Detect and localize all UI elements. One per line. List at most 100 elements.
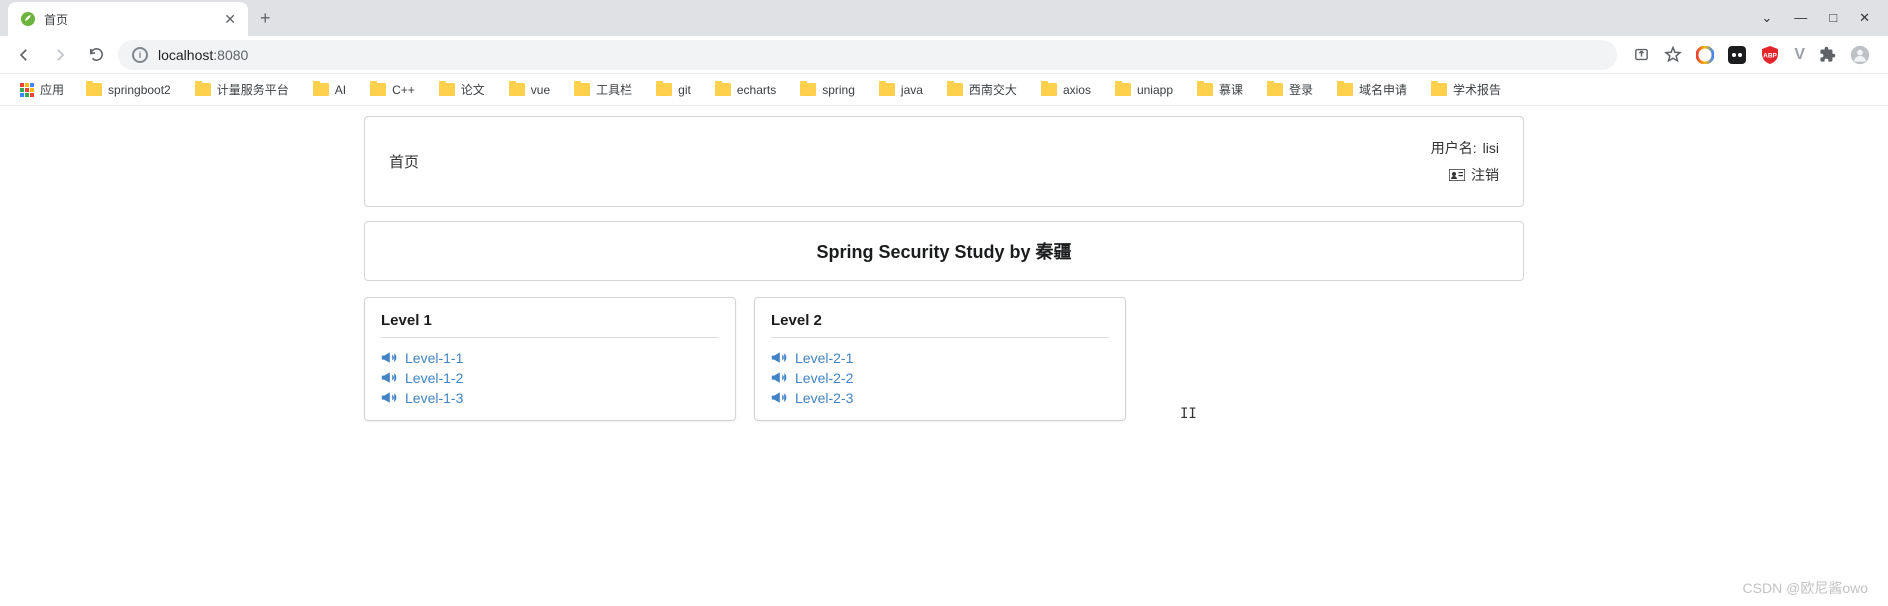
profile-icon[interactable]	[1850, 45, 1870, 65]
bookmark-item[interactable]: 西南交大	[937, 81, 1027, 98]
folder-icon	[195, 83, 211, 96]
bookmark-item[interactable]: 慕课	[1187, 81, 1253, 98]
ext-square-icon[interactable]	[1728, 46, 1746, 64]
reload-button[interactable]	[82, 41, 110, 69]
toolbar-icons: ABP V	[1625, 45, 1878, 65]
bookmark-star-icon[interactable]	[1664, 46, 1682, 64]
ext-v-icon[interactable]: V	[1794, 46, 1805, 64]
close-tab-icon[interactable]: ✕	[224, 11, 236, 28]
folder-icon	[800, 83, 816, 96]
bookmark-label: 计量服务平台	[217, 81, 289, 98]
bookmark-label: git	[678, 83, 691, 97]
site-info-icon[interactable]: i	[132, 47, 148, 63]
bookmark-item[interactable]: springboot2	[76, 81, 181, 98]
tab-title: 首页	[44, 11, 216, 28]
folder-icon	[879, 83, 895, 96]
bookmark-item[interactable]: 论文	[429, 81, 495, 98]
level-link[interactable]: Level-2-1	[771, 348, 1109, 368]
folder-icon	[947, 83, 963, 96]
bookmark-item[interactable]: 学术报告	[1421, 81, 1511, 98]
bullhorn-icon	[381, 371, 397, 385]
id-card-icon	[1449, 169, 1465, 181]
folder-icon	[656, 83, 672, 96]
folder-icon	[1115, 83, 1131, 96]
close-window-icon[interactable]: ✕	[1859, 10, 1870, 26]
bookmark-label: spring	[822, 83, 855, 97]
divider	[771, 337, 1109, 338]
bullhorn-icon	[771, 351, 787, 365]
apps-button[interactable]: 应用	[12, 81, 72, 98]
bookmark-label: AI	[335, 83, 346, 97]
logout-link[interactable]: 注销	[1431, 162, 1499, 189]
bookmark-label: 论文	[461, 81, 485, 98]
browser-tab[interactable]: 首页 ✕	[8, 2, 248, 36]
folder-icon	[1267, 83, 1283, 96]
bookmark-label: springboot2	[108, 83, 171, 97]
caret-down-icon[interactable]: ⌄	[1761, 10, 1772, 26]
ext-circle-icon[interactable]	[1696, 46, 1714, 64]
bookmark-label: 域名申请	[1359, 81, 1407, 98]
bookmark-label: 慕课	[1219, 81, 1243, 98]
level-title: Level 2	[771, 312, 1109, 329]
bookmark-item[interactable]: git	[646, 81, 701, 98]
omnibox[interactable]: i localhost:8080	[118, 40, 1617, 70]
folder-icon	[313, 83, 329, 96]
divider	[381, 337, 719, 338]
url-text: localhost:8080	[158, 47, 248, 63]
bookmark-label: 学术报告	[1453, 81, 1501, 98]
bookmark-item[interactable]: C++	[360, 81, 425, 98]
minimize-icon[interactable]: —	[1794, 10, 1807, 26]
level-link[interactable]: Level-1-3	[381, 388, 719, 408]
header-card: 首页 用户名:lisi 注销	[364, 116, 1524, 207]
address-bar: i localhost:8080 ABP V	[0, 36, 1888, 74]
page-content: 首页 用户名:lisi 注销 Spring Security Study by …	[0, 106, 1888, 451]
bookmark-label: uniapp	[1137, 83, 1173, 97]
level-link[interactable]: Level-2-3	[771, 388, 1109, 408]
folder-icon	[1041, 83, 1057, 96]
share-icon[interactable]	[1633, 46, 1650, 63]
level-card: Level 1 Level-1-1Level-1-2Level-1-3	[364, 297, 736, 421]
bookmark-item[interactable]: 域名申请	[1327, 81, 1417, 98]
watermark: CSDN @欧尼酱owo	[1743, 578, 1868, 598]
folder-icon	[86, 83, 102, 96]
user-panel: 用户名:lisi 注销	[1431, 135, 1499, 188]
bookmark-item[interactable]: AI	[303, 81, 356, 98]
page-title: Spring Security Study by 秦疆	[364, 221, 1524, 281]
bookmark-bar: 应用 springboot2 计量服务平台 AI C++ 论文 vue 工具栏 git echa…	[0, 74, 1888, 106]
levels-grid: Level 1Level-1-1Level-1-2Level-1-3Level …	[364, 297, 1524, 421]
home-link[interactable]: 首页	[389, 151, 419, 172]
level-link[interactable]: Level-1-2	[381, 368, 719, 388]
bookmark-item[interactable]: axios	[1031, 81, 1101, 98]
bookmark-item[interactable]: java	[869, 81, 933, 98]
window-controls: ⌄ — □ ✕	[1761, 10, 1888, 26]
bookmark-item[interactable]: vue	[499, 81, 560, 98]
folder-icon	[439, 83, 455, 96]
bookmark-label: 工具栏	[596, 81, 632, 98]
extensions-icon[interactable]	[1819, 46, 1836, 63]
level-title: Level 1	[381, 312, 719, 329]
new-tab-button[interactable]: +	[248, 8, 283, 29]
bookmark-label: 登录	[1289, 81, 1313, 98]
bookmark-item[interactable]: 工具栏	[564, 81, 642, 98]
bookmark-item[interactable]: spring	[790, 81, 865, 98]
bullhorn-icon	[381, 391, 397, 405]
abp-icon[interactable]: ABP	[1760, 45, 1780, 65]
bookmark-item[interactable]: 计量服务平台	[185, 81, 299, 98]
bookmark-item[interactable]: echarts	[705, 81, 786, 98]
folder-icon	[1197, 83, 1213, 96]
bookmark-label: C++	[392, 83, 415, 97]
spring-favicon	[20, 11, 36, 27]
bookmark-item[interactable]: 登录	[1257, 81, 1323, 98]
svg-text:ABP: ABP	[1763, 52, 1777, 59]
folder-icon	[574, 83, 590, 96]
bullhorn-icon	[771, 371, 787, 385]
bookmark-label: java	[901, 83, 923, 97]
level-link[interactable]: Level-1-1	[381, 348, 719, 368]
forward-button[interactable]	[46, 41, 74, 69]
maximize-icon[interactable]: □	[1829, 10, 1837, 26]
username-row: 用户名:lisi	[1431, 135, 1499, 162]
bookmark-item[interactable]: uniapp	[1105, 81, 1183, 98]
back-button[interactable]	[10, 41, 38, 69]
apps-label: 应用	[40, 81, 64, 98]
level-link[interactable]: Level-2-2	[771, 368, 1109, 388]
